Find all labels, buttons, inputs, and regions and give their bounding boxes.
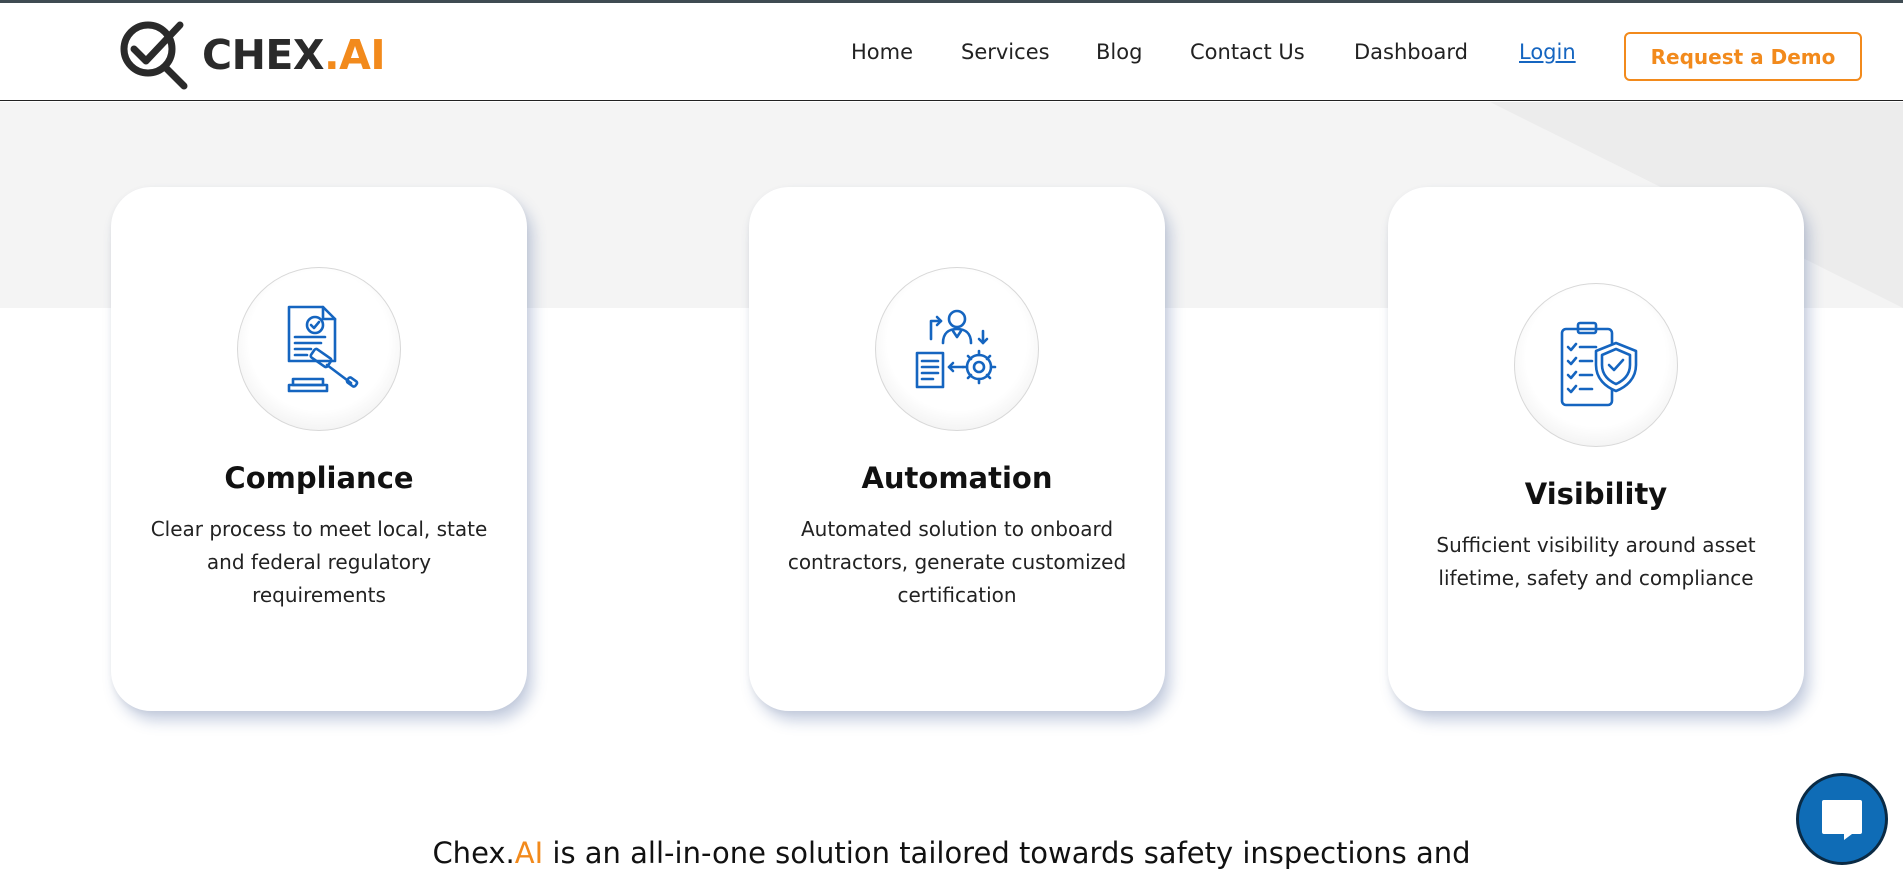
tagline: Chex.AI is an all-in-one solution tailor… (0, 836, 1903, 870)
tagline-brand-accent: AI (514, 836, 544, 870)
feature-card-automation: Automation Automated solution to onboard… (749, 187, 1165, 711)
card-title: Visibility (1524, 477, 1668, 511)
nav-contact-us[interactable]: Contact Us (1190, 40, 1305, 64)
tagline-text: is an all-in-one solution tailored towar… (543, 836, 1471, 870)
logo-accent: .AI (324, 31, 386, 79)
chat-button[interactable] (1796, 773, 1888, 865)
nav-blog[interactable]: Blog (1096, 40, 1142, 64)
feature-card-visibility: Visibility Sufficient visibility around … (1388, 187, 1804, 711)
card-description: Clear process to meet local, state and f… (150, 517, 488, 607)
tagline-brand: Chex. (432, 836, 515, 870)
clipboard-shield-icon (1560, 321, 1638, 407)
card-title: Compliance (224, 461, 414, 495)
card-description: Sufficient visibility around asset lifet… (1436, 533, 1756, 590)
logo[interactable]: CHEX.AI (118, 19, 386, 91)
check-magnifier-icon (120, 21, 188, 90)
card-title: Automation (861, 461, 1053, 495)
icon-badge (237, 267, 401, 431)
person-document-gear-icon (915, 309, 997, 389)
icon-badge (875, 267, 1039, 431)
icon-badge (1514, 283, 1678, 447)
nav-home[interactable]: Home (851, 40, 913, 64)
logo-text: CHEX.AI (202, 31, 386, 79)
site-header: CHEX.AI Home Services Blog Contact Us Da… (0, 3, 1903, 101)
document-gavel-icon (287, 305, 359, 393)
nav-dashboard[interactable]: Dashboard (1354, 40, 1468, 64)
logo-brand: CHEX (202, 31, 325, 79)
feature-card-compliance: Compliance Clear process to meet local, … (111, 187, 527, 711)
chat-bubble-icon (1822, 800, 1862, 840)
request-demo-button[interactable]: Request a Demo (1624, 32, 1862, 81)
nav-services[interactable]: Services (961, 40, 1050, 64)
nav-login[interactable]: Login (1519, 40, 1576, 64)
card-description: Automated solution to onboard contractor… (787, 517, 1127, 607)
